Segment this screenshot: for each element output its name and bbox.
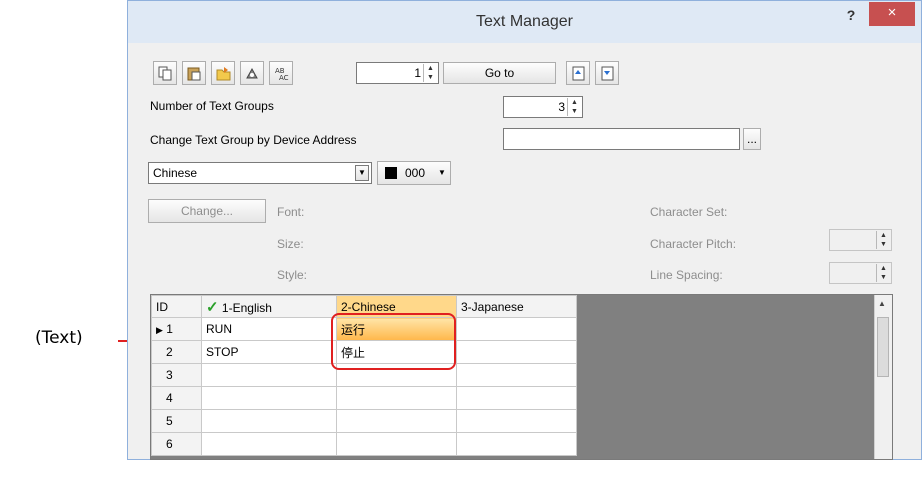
close-button[interactable]: × xyxy=(869,2,915,26)
style-label: Style: xyxy=(277,268,308,282)
character-pitch-label: Character Pitch: xyxy=(650,237,737,251)
row-id-cell[interactable]: 3 xyxy=(151,363,202,387)
chevron-down-icon: ▼ xyxy=(438,168,446,177)
copy-icon xyxy=(158,66,172,81)
table-row[interactable]: 5 xyxy=(151,409,577,433)
export-button[interactable] xyxy=(240,61,264,85)
device-address-input[interactable] xyxy=(503,128,740,150)
chinese-cell[interactable] xyxy=(336,432,457,456)
arrow-up-icon xyxy=(572,66,585,81)
window-title: Text Manager xyxy=(476,13,573,30)
callout-label: (Text) xyxy=(35,328,83,348)
row-id: 1 xyxy=(166,322,173,336)
callout-highlight-box xyxy=(331,313,456,370)
color-picker-button[interactable]: 000 ▼ xyxy=(377,161,451,185)
english-cell[interactable] xyxy=(201,432,337,456)
spinner-arrows[interactable]: ▲ ▼ xyxy=(876,264,890,282)
text-groups-spinner[interactable]: 3 ▲ ▼ xyxy=(503,96,583,118)
svg-text:AC: AC xyxy=(279,74,289,81)
row-id-cell[interactable]: 6 xyxy=(151,432,202,456)
japanese-cell[interactable] xyxy=(456,340,577,364)
move-down-button[interactable] xyxy=(595,61,619,85)
spinner-arrows[interactable]: ▲ ▼ xyxy=(567,98,581,116)
language-combo[interactable]: Chinese ▼ xyxy=(148,162,372,184)
row-id-cell[interactable]: 5 xyxy=(151,409,202,433)
japanese-cell[interactable] xyxy=(456,386,577,410)
font-label: Font: xyxy=(277,205,305,219)
english-cell[interactable] xyxy=(201,363,337,387)
vertical-scrollbar[interactable]: ▲ xyxy=(874,295,892,459)
column-header-english[interactable]: ✓ 1-English xyxy=(201,295,337,318)
paste-icon xyxy=(187,67,201,81)
chevron-down-icon[interactable]: ▼ xyxy=(355,165,369,181)
scrollbar-thumb[interactable] xyxy=(877,317,889,377)
row-id-cell[interactable]: 4 xyxy=(151,386,202,410)
english-cell[interactable] xyxy=(201,386,337,410)
goto-button[interactable]: Go to xyxy=(443,62,556,84)
column-header-id[interactable]: ID xyxy=(151,295,202,318)
language-value: Chinese xyxy=(153,166,198,180)
row-number-spinner[interactable]: 1 ▲ ▼ xyxy=(356,62,439,84)
row-number-value: 1 xyxy=(414,66,421,80)
text-grid[interactable]: ID ✓ 1-English 2-Chinese 3-Japanese ▶ 1 … xyxy=(150,294,893,460)
japanese-cell[interactable] xyxy=(456,432,577,456)
column-header-japanese[interactable]: 3-Japanese xyxy=(456,295,577,318)
help-button[interactable]: ? xyxy=(840,7,862,25)
chinese-cell[interactable] xyxy=(336,409,457,433)
size-label: Size: xyxy=(277,237,304,251)
japanese-cell[interactable] xyxy=(456,409,577,433)
row-id-cell[interactable]: 2 xyxy=(151,340,202,364)
color-value: 000 xyxy=(405,166,426,180)
row-id-cell[interactable]: ▶ 1 xyxy=(151,317,202,341)
chinese-cell[interactable] xyxy=(336,386,457,410)
folder-icon xyxy=(216,67,231,81)
export-icon xyxy=(246,67,258,79)
arrow-down-icon xyxy=(601,66,614,81)
table-row[interactable]: 4 xyxy=(151,386,577,410)
paste-button[interactable] xyxy=(182,61,206,85)
change-font-button[interactable]: Change... xyxy=(148,199,266,223)
english-cell[interactable]: RUN xyxy=(201,317,337,341)
text-groups-value: 3 xyxy=(558,100,565,114)
replace-text-icon: ABAC xyxy=(275,67,289,81)
english-cell[interactable] xyxy=(201,409,337,433)
color-swatch xyxy=(385,167,397,179)
column-header-english-label: 1-English xyxy=(221,300,272,315)
line-spacing-spinner[interactable]: ▲ ▼ xyxy=(829,262,892,284)
character-set-label: Character Set: xyxy=(650,205,728,219)
spinner-arrows[interactable]: ▲ ▼ xyxy=(423,64,437,82)
spinner-arrows[interactable]: ▲ ▼ xyxy=(876,231,890,249)
table-row[interactable]: 6 xyxy=(151,432,577,456)
title-bar: Text Manager ? × xyxy=(128,1,921,43)
checkmark-icon: ✓ xyxy=(206,298,219,316)
device-address-label: Change Text Group by Device Address xyxy=(150,133,357,147)
current-row-icon: ▶ xyxy=(156,325,163,335)
scroll-up-icon[interactable]: ▲ xyxy=(878,299,886,308)
character-pitch-spinner[interactable]: ▲ ▼ xyxy=(829,229,892,251)
device-address-browse-button[interactable]: ... xyxy=(743,128,761,150)
line-spacing-label: Line Spacing: xyxy=(650,268,723,282)
copy-button[interactable] xyxy=(153,61,177,85)
japanese-cell[interactable] xyxy=(456,317,577,341)
text-groups-label: Number of Text Groups xyxy=(150,99,274,113)
replace-text-button[interactable]: AB AC xyxy=(269,61,293,85)
japanese-cell[interactable] xyxy=(456,363,577,387)
import-button[interactable] xyxy=(211,61,235,85)
move-up-button[interactable] xyxy=(566,61,590,85)
english-cell[interactable]: STOP xyxy=(201,340,337,364)
